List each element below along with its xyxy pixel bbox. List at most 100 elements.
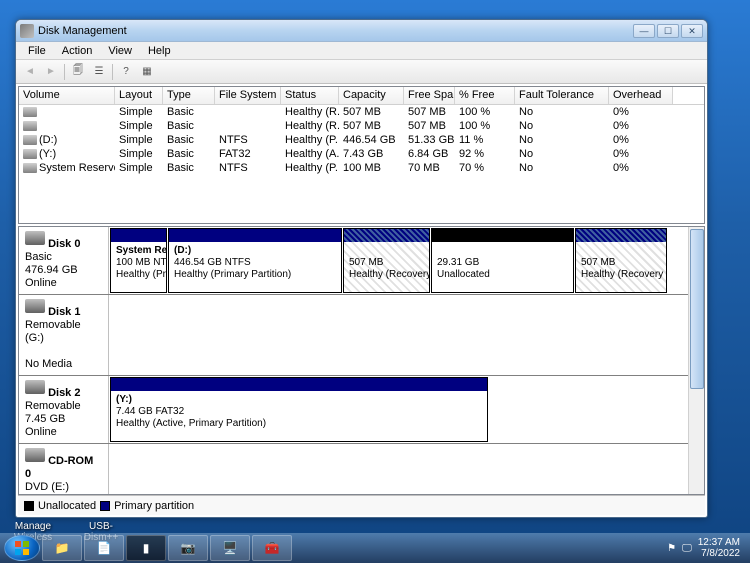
- menu-help[interactable]: Help: [140, 45, 179, 57]
- drive-icon: [23, 163, 37, 173]
- app-icon: [20, 24, 34, 38]
- task-cmd[interactable]: ▮: [126, 535, 166, 561]
- menubar: File Action View Help: [16, 42, 707, 60]
- help-button[interactable]: ?: [116, 63, 136, 81]
- partition-header: [576, 229, 666, 242]
- col-capacity[interactable]: Capacity: [339, 87, 404, 104]
- volume-row[interactable]: (D:)SimpleBasicNTFSHealthy (P...446.54 G…: [19, 133, 704, 147]
- menu-view[interactable]: View: [100, 45, 140, 57]
- volume-row[interactable]: SimpleBasicHealthy (R...507 MB507 MB100 …: [19, 105, 704, 119]
- content-area: Volume Layout Type File System Status Ca…: [16, 84, 707, 517]
- col-status[interactable]: Status: [281, 87, 339, 104]
- tray-monitor-icon[interactable]: 🖵: [682, 543, 692, 554]
- partition[interactable]: 507 MBHealthy (Recovery P: [343, 228, 430, 293]
- minimize-button[interactable]: —: [633, 24, 655, 38]
- volume-list-body: SimpleBasicHealthy (R...507 MB507 MB100 …: [19, 105, 704, 175]
- volume-row[interactable]: System Reserved (...SimpleBasicNTFSHealt…: [19, 161, 704, 175]
- partition-body: System Res100 MB NTFSHealthy (Prim: [111, 242, 166, 292]
- toolbar-separator: [112, 64, 113, 80]
- partition[interactable]: System Res100 MB NTFSHealthy (Prim: [110, 228, 167, 293]
- volume-list: Volume Layout Type File System Status Ca…: [18, 86, 705, 224]
- menu-file[interactable]: File: [20, 45, 54, 57]
- task-toolbox[interactable]: 🧰: [252, 535, 292, 561]
- partition-container: [109, 295, 704, 375]
- partition-header: [432, 229, 573, 242]
- partition[interactable]: (D:)446.54 GB NTFSHealthy (Primary Parti…: [168, 228, 342, 293]
- drive-icon: [23, 121, 37, 131]
- partition[interactable]: (Y:)7.44 GB FAT32Healthy (Active, Primar…: [110, 377, 488, 442]
- task-explorer[interactable]: 📁: [42, 535, 82, 561]
- partition-container: [109, 444, 704, 495]
- toolbar-separator: [64, 64, 65, 80]
- partition[interactable]: 29.31 GBUnallocated: [431, 228, 574, 293]
- tray-flag-icon[interactable]: ⚑: [667, 543, 676, 554]
- legend-swatch-unallocated: [24, 501, 34, 511]
- col-layout[interactable]: Layout: [115, 87, 163, 104]
- graphical-view: Disk 0Basic476.94 GBOnlineSystem Res100 …: [18, 226, 705, 495]
- toolbar: ◄ ► 🗐 ☰ ? ▦: [16, 60, 707, 84]
- disk-row: Disk 2Removable7.45 GBOnline(Y:)7.44 GB …: [19, 376, 704, 444]
- menu-action[interactable]: Action: [54, 45, 101, 57]
- col-fault-tolerance[interactable]: Fault Tolerance: [515, 87, 609, 104]
- partition-container: (Y:)7.44 GB FAT32Healthy (Active, Primar…: [109, 376, 704, 443]
- disk-info[interactable]: Disk 2Removable7.45 GBOnline: [19, 376, 109, 443]
- titlebar[interactable]: Disk Management — ☐ ✕: [16, 20, 707, 42]
- system-tray: ⚑ 🖵 12:37 AM 7/8/2022: [667, 537, 746, 559]
- tray-clock[interactable]: 12:37 AM 7/8/2022: [698, 537, 740, 559]
- taskbar: 📁 📄 ▮ 📷 🖥️ 🧰 ⚑ 🖵 12:37 AM 7/8/2022: [0, 533, 750, 563]
- properties-button[interactable]: ☰: [89, 63, 109, 81]
- legend: Unallocated Primary partition: [18, 495, 705, 515]
- partition-header: [169, 229, 341, 242]
- legend-label-unallocated: Unallocated: [38, 500, 96, 512]
- refresh-button[interactable]: 🗐: [68, 63, 88, 81]
- volume-row[interactable]: (Y:)SimpleBasicFAT32Healthy (A...7.43 GB…: [19, 147, 704, 161]
- legend-swatch-primary: [100, 501, 110, 511]
- disk-icon: [25, 231, 45, 245]
- disk-icon: [25, 299, 45, 313]
- partition-container: System Res100 MB NTFSHealthy (Prim(D:)44…: [109, 227, 704, 294]
- back-button: ◄: [20, 63, 40, 81]
- cdrom-icon: [25, 448, 45, 462]
- partition-body: (Y:)7.44 GB FAT32Healthy (Active, Primar…: [111, 391, 487, 441]
- col-volume[interactable]: Volume: [19, 87, 115, 104]
- maximize-button[interactable]: ☐: [657, 24, 679, 38]
- drive-icon: [23, 107, 37, 117]
- disk-row: CD-ROM 0DVD (E:): [19, 444, 704, 495]
- task-camera[interactable]: 📷: [168, 535, 208, 561]
- col-filesystem[interactable]: File System: [215, 87, 281, 104]
- task-diskmgmt[interactable]: 🖥️: [210, 535, 250, 561]
- partition-header: [111, 229, 166, 242]
- partition-body: 507 MBHealthy (Recovery P: [576, 242, 666, 292]
- col-free[interactable]: Free Spa...: [404, 87, 455, 104]
- partition-body: 29.31 GBUnallocated: [432, 242, 573, 292]
- col-pct[interactable]: % Free: [455, 87, 515, 104]
- col-overhead[interactable]: Overhead: [609, 87, 673, 104]
- partition-header: [344, 229, 429, 242]
- partition-body: (D:)446.54 GB NTFSHealthy (Primary Parti…: [169, 242, 341, 292]
- drive-icon: [23, 149, 37, 159]
- volume-list-header: Volume Layout Type File System Status Ca…: [19, 87, 704, 105]
- tray-time: 12:37 AM: [698, 537, 740, 548]
- partition[interactable]: 507 MBHealthy (Recovery P: [575, 228, 667, 293]
- partition-body: 507 MBHealthy (Recovery P: [344, 242, 429, 292]
- disk-management-window: Disk Management — ☐ ✕ File Action View H…: [15, 19, 708, 518]
- partition-header: [111, 378, 487, 391]
- col-type[interactable]: Type: [163, 87, 215, 104]
- extra-button[interactable]: ▦: [137, 63, 157, 81]
- forward-button: ►: [41, 63, 61, 81]
- scrollbar-vertical[interactable]: [688, 227, 704, 494]
- legend-label-primary: Primary partition: [114, 500, 194, 512]
- tray-date: 7/8/2022: [698, 548, 740, 559]
- windows-logo-icon: [14, 540, 30, 556]
- disk-info[interactable]: Disk 0Basic476.94 GBOnline: [19, 227, 109, 294]
- disk-info[interactable]: CD-ROM 0DVD (E:): [19, 444, 109, 495]
- drive-icon: [23, 135, 37, 145]
- start-button[interactable]: [4, 535, 40, 561]
- disk-icon: [25, 380, 45, 394]
- close-button[interactable]: ✕: [681, 24, 703, 38]
- disk-info[interactable]: Disk 1Removable (G:)No Media: [19, 295, 109, 375]
- scroll-thumb[interactable]: [690, 229, 704, 389]
- disk-row: Disk 1Removable (G:)No Media: [19, 295, 704, 376]
- task-notepad[interactable]: 📄: [84, 535, 124, 561]
- volume-row[interactable]: SimpleBasicHealthy (R...507 MB507 MB100 …: [19, 119, 704, 133]
